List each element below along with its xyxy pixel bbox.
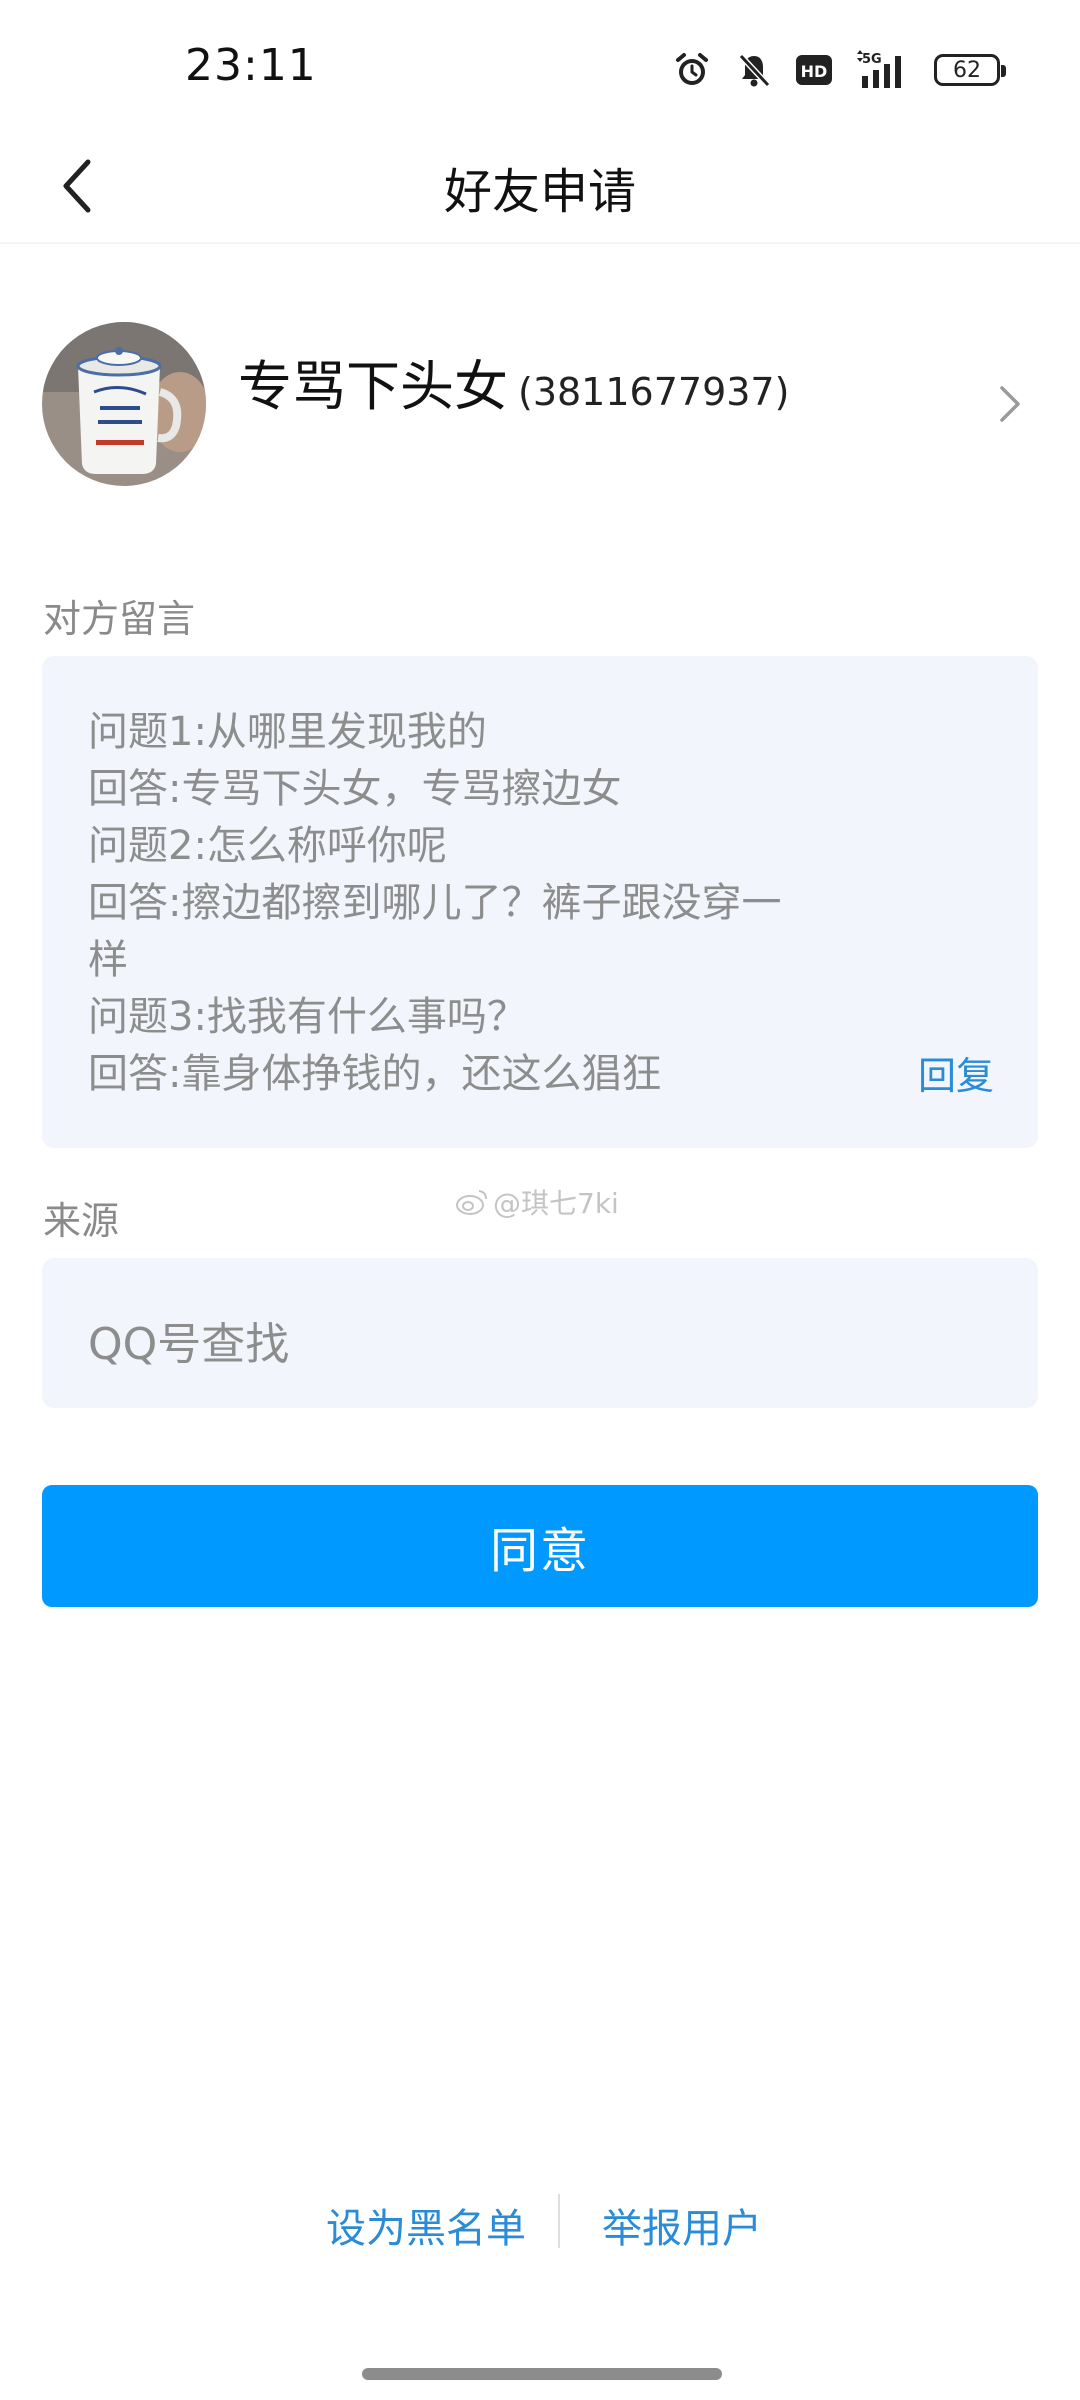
weibo-icon: [456, 1190, 487, 1215]
source-value: QQ号查找: [88, 1319, 290, 1370]
reply-link[interactable]: 回复: [918, 1045, 994, 1100]
watermark: @琪七7ki: [455, 1182, 619, 1222]
chevron-right-icon: [1000, 386, 1020, 422]
signal-5g-icon: 5G: [854, 50, 912, 90]
message-line: 问题3:找我有什么事吗？: [88, 994, 527, 1040]
status-bar: 23:11 HD 5G 62: [0, 0, 1080, 130]
message-line: 样: [88, 937, 128, 983]
profile-qq-id: (3811677937): [518, 370, 790, 414]
watermark-text: @琪七7ki: [493, 1187, 619, 1220]
profile-row[interactable]: 专骂下头女 (3811677937): [0, 300, 1080, 500]
svg-text:5G: 5G: [862, 52, 882, 67]
message-text: 问题1:从哪里发现我的 回答:专骂下头女，专骂擦边女 问题2:怎么称呼你呢 回答…: [88, 704, 888, 1103]
source-section-label: 来源: [43, 1199, 120, 1243]
home-indicator[interactable]: [362, 2368, 722, 2380]
message-line: 回答:擦边都擦到哪儿了？裤子跟没穿一: [88, 880, 782, 926]
profile-name-line: 专骂下头女 (3811677937): [238, 342, 789, 421]
blacklist-link[interactable]: 设为黑名单: [326, 2196, 526, 2254]
hd-icon: HD: [796, 55, 832, 85]
agree-button[interactable]: 同意: [42, 1485, 1038, 1607]
source-box: QQ号查找: [42, 1258, 1038, 1408]
enamel-mug-avatar-image: [42, 322, 206, 486]
battery-level: 62: [953, 57, 981, 83]
page-title: 好友申请: [443, 164, 636, 220]
report-user-link[interactable]: 举报用户: [602, 2196, 762, 2254]
friend-request-screen: 23:11 HD 5G 62 好友申请 专骂下头女 (3811677937) 对…: [0, 0, 1080, 2400]
mute-bell-icon: [734, 50, 774, 90]
bottom-links: 设为黑名单 举报用户: [0, 2190, 1080, 2260]
nav-bar: 好友申请: [0, 130, 1080, 244]
message-line: 问题2:怎么称呼你呢: [88, 823, 447, 869]
message-section-label: 对方留言: [43, 597, 196, 641]
profile-nickname: 专骂下头女: [238, 355, 508, 418]
message-line: 回答:靠身体挣钱的，还这么猖狂: [88, 1051, 662, 1097]
link-divider: [558, 2194, 560, 2248]
alarm-icon: [672, 50, 712, 90]
svg-text:HD: HD: [801, 62, 828, 81]
message-line: 问题1:从哪里发现我的: [88, 709, 487, 755]
battery-icon: 62: [934, 54, 1006, 86]
message-line: 回答:专骂下头女，专骂擦边女: [88, 766, 622, 812]
status-time: 23:11: [185, 40, 317, 91]
status-icons: HD 5G 62: [672, 48, 1006, 92]
avatar[interactable]: [42, 322, 206, 486]
message-box: 问题1:从哪里发现我的 回答:专骂下头女，专骂擦边女 问题2:怎么称呼你呢 回答…: [42, 656, 1038, 1148]
